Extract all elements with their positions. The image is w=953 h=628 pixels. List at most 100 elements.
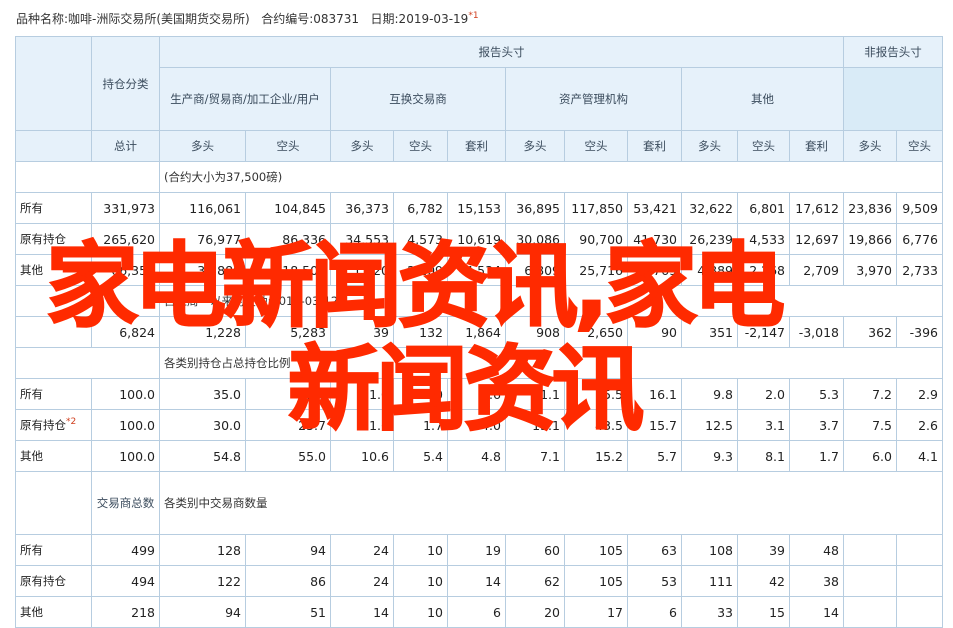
table-cell — [843, 534, 897, 566]
swap-spread-header: 套利 — [447, 130, 506, 162]
swap-long-header: 多头 — [330, 130, 394, 162]
commodity-name: 品种名称:咖啡-洲际交易所(美国期货交易所) — [16, 12, 250, 26]
table-cell: 35.5 — [564, 378, 628, 410]
managed-money-header: 资产管理机构 — [505, 67, 682, 131]
table-cell: 218 — [91, 596, 160, 628]
table-cell: 5,283 — [245, 316, 331, 348]
table-cell: 10 — [393, 534, 448, 566]
table-cell: 2.6 — [896, 409, 943, 441]
row-label-old-text: 原有持仓 — [20, 418, 66, 432]
cot-table: 持仓分类 报告头寸 非报告头寸 生产商/贸易商/加工企业/用户 互换交易商 资产… — [15, 36, 943, 628]
corner-cell — [15, 36, 92, 131]
table-cell: 4.1 — [896, 440, 943, 472]
table-cell: 15 — [737, 596, 790, 628]
table-cell: 6,801 — [737, 192, 790, 224]
table-cell: 90,700 — [564, 223, 628, 255]
table-row: 其他 218 94 51 14 10 6 20 17 6 33 15 14 — [15, 596, 943, 628]
table-cell: 908 — [505, 316, 565, 348]
table-cell — [896, 534, 943, 566]
swap-short-header: 空头 — [393, 130, 448, 162]
table-cell: 265,620 — [91, 223, 160, 255]
header-row-1: 持仓分类 报告头寸 非报告头寸 — [15, 36, 943, 131]
section-percent: 各类别持仓占总持仓比例 — [15, 347, 943, 379]
table-cell: 3,769 — [627, 254, 682, 286]
nonrep-long-header: 多头 — [843, 130, 897, 162]
footnote-mark-2[interactable]: *2 — [66, 417, 76, 427]
table-cell: 17,612 — [789, 192, 844, 224]
table-cell: 2,268 — [737, 254, 790, 286]
section-spacer — [15, 285, 160, 317]
other-header: 其他 — [681, 67, 844, 131]
table-cell: 33 — [681, 596, 738, 628]
table-cell: 117,850 — [564, 192, 628, 224]
report-date: 日期:2019-03-19 — [370, 12, 469, 26]
table-cell: 331,973 — [91, 192, 160, 224]
table-cell: 3,970 — [843, 254, 897, 286]
table-cell: 122 — [159, 565, 246, 597]
table-cell: 8.1 — [737, 440, 790, 472]
table-cell: 15.7 — [627, 409, 682, 441]
table-cell: 111 — [681, 565, 738, 597]
table-cell: 6,824 — [91, 316, 160, 348]
table-row: 原有持仓 265,620 76,977 86,336 34,553 4,573 … — [15, 223, 943, 255]
table-cell: 2,209 — [393, 254, 448, 286]
table-row: 所有 331,973 116,061 104,845 36,373 6,782 … — [15, 192, 943, 224]
table-cell: 4,573 — [393, 223, 448, 255]
row-label-old: 原有持仓 — [15, 223, 92, 255]
row-label-all: 所有 — [15, 378, 92, 410]
table-cell: 6,782 — [393, 192, 448, 224]
table-cell: 35.0 — [159, 378, 246, 410]
table-cell: 38 — [789, 565, 844, 597]
contract-unit-label: (合约大小为37,500磅) — [159, 161, 943, 193]
table-cell: 132 — [393, 316, 448, 348]
table-cell: 9,509 — [896, 192, 943, 224]
nonreporting-subheader — [843, 67, 943, 131]
nonreporting-header: 非报告头寸 — [843, 36, 943, 68]
table-cell: 94 — [159, 596, 246, 628]
section-traders: 交易商总数 各类别中交易商数量 — [15, 471, 943, 535]
table-cell: 15.1 — [505, 409, 565, 441]
table-cell: -396 — [896, 316, 943, 348]
table-cell: 14 — [789, 596, 844, 628]
table-cell: 34,553 — [330, 223, 394, 255]
table-cell: 76,977 — [159, 223, 246, 255]
table-cell: 1,228 — [159, 316, 246, 348]
table-cell: 15,153 — [447, 192, 506, 224]
table-cell: 36,895 — [505, 192, 565, 224]
table-cell: 10.6 — [330, 440, 394, 472]
table-cell: 36,888 — [159, 254, 246, 286]
table-cell: 19,866 — [843, 223, 897, 255]
table-cell: 351 — [681, 316, 738, 348]
total-header: 总计 — [91, 130, 160, 162]
footnote-mark-1[interactable]: *1 — [468, 11, 478, 21]
table-cell: 1,864 — [447, 316, 506, 348]
table-cell: 6,809 — [505, 254, 565, 286]
table-cell: 2,733 — [896, 254, 943, 286]
table-cell: 2,709 — [789, 254, 844, 286]
managed-short-header: 空头 — [564, 130, 628, 162]
table-cell: 2.0 — [393, 378, 448, 410]
table-cell: 94 — [245, 534, 331, 566]
producer-long-header: 多头 — [159, 130, 246, 162]
percent-label: 各类别持仓占总持仓比例 — [159, 347, 943, 379]
table-cell — [896, 596, 943, 628]
table-cell: 100.0 — [91, 440, 160, 472]
swap-header: 互换交易商 — [330, 67, 506, 131]
row-label-all: 所有 — [15, 192, 92, 224]
table-cell: 4.0 — [447, 409, 506, 441]
table-cell: 66,353 — [91, 254, 160, 286]
section-change: 自上周一以来的变动:2019-03-12 — [15, 285, 943, 317]
table-cell: 43.5 — [564, 409, 628, 441]
managed-long-header: 多头 — [505, 130, 565, 162]
other-short-header: 空头 — [737, 130, 790, 162]
report-header: 品种名称:咖啡-洲际交易所(美国期货交易所) 合约编号:083731 日期:20… — [16, 10, 479, 27]
table-cell — [843, 565, 897, 597]
table-cell: 15.2 — [564, 440, 628, 472]
table-cell: -3,018 — [789, 316, 844, 348]
row-label-old: 原有持仓*2 — [15, 409, 92, 441]
table-cell: 116,061 — [159, 192, 246, 224]
table-row: 所有 100.0 35.0 31.6 11.0 2.0 4.6 11.1 35.… — [15, 378, 943, 410]
table-cell: 10 — [393, 565, 448, 597]
table-cell: 104,845 — [245, 192, 331, 224]
table-cell — [843, 596, 897, 628]
